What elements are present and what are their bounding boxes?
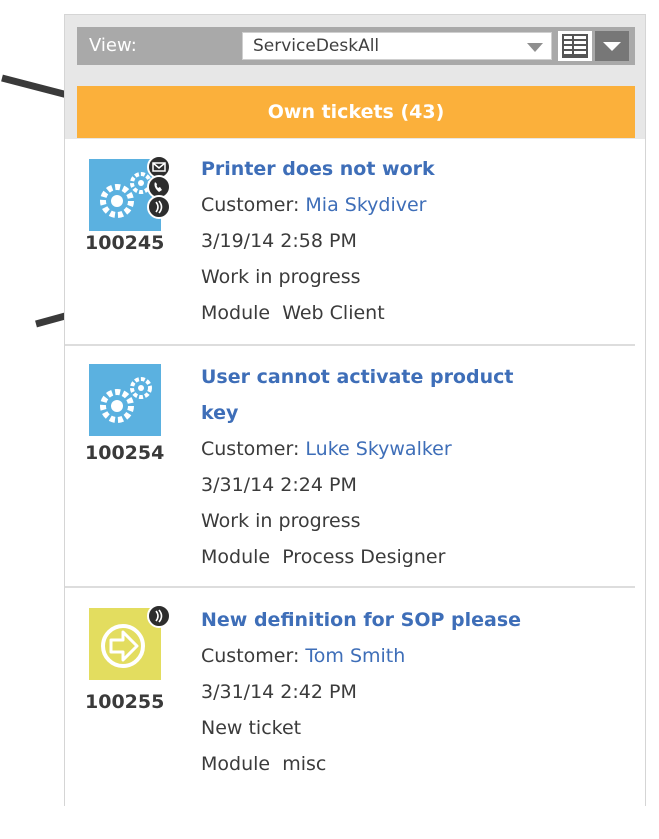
customer-link[interactable]: Tom Smith bbox=[305, 645, 405, 667]
ticket-module: Module Process Designer bbox=[201, 539, 581, 575]
ticket-details: Printer does not work Customer: Mia Skyd… bbox=[201, 151, 581, 331]
ticket-title-line2: key bbox=[201, 402, 239, 424]
customer-label: Customer: bbox=[201, 438, 300, 460]
view-toolbar: View: ServiceDeskAll bbox=[77, 27, 635, 65]
customer-link[interactable]: Luke Skywalker bbox=[305, 438, 451, 460]
list-view-button[interactable] bbox=[558, 31, 592, 61]
chevron-down-icon bbox=[527, 43, 543, 52]
ticket-customer: Customer: Tom Smith bbox=[201, 638, 581, 674]
customer-link[interactable]: Mia Skydiver bbox=[305, 194, 426, 216]
ticket-item[interactable]: 100255 New definition for SOP please Cus… bbox=[65, 588, 635, 808]
ticket-datetime: 3/31/14 2:24 PM bbox=[201, 474, 357, 496]
ticket-item[interactable]: 100254 User cannot activate product key C… bbox=[65, 346, 635, 588]
ticket-details: New definition for SOP please Customer: … bbox=[201, 602, 581, 782]
module-label: Module bbox=[201, 753, 271, 775]
module-value: misc bbox=[282, 753, 327, 775]
view-select[interactable]: ServiceDeskAll bbox=[242, 32, 552, 60]
ticket-item[interactable]: 100245 Printer does not work Customer: M… bbox=[65, 139, 635, 346]
ticket-title[interactable]: User cannot activate product key bbox=[201, 359, 581, 431]
list-view-icon bbox=[562, 34, 588, 58]
ticket-module: Module Web Client bbox=[201, 295, 581, 331]
ticket-title[interactable]: New definition for SOP please bbox=[201, 602, 581, 638]
ticket-datetime: 3/31/14 2:42 PM bbox=[201, 681, 357, 703]
ticket-title-line1: User cannot activate product bbox=[201, 366, 514, 388]
chevron-down-icon bbox=[603, 42, 621, 51]
module-label: Module bbox=[201, 302, 271, 324]
ticket-id: 100245 bbox=[85, 232, 165, 254]
module-value: Web Client bbox=[282, 302, 385, 324]
ticket-details: User cannot activate product key Customer… bbox=[201, 359, 581, 575]
ticket-customer: Customer: Luke Skywalker bbox=[201, 431, 581, 467]
ticket-customer: Customer: Mia Skydiver bbox=[201, 187, 581, 223]
module-value: Process Designer bbox=[282, 546, 446, 568]
ticket-status: New ticket bbox=[201, 717, 302, 739]
ticket-status: Work in progress bbox=[201, 510, 361, 532]
ticket-id: 100255 bbox=[85, 691, 165, 713]
ticket-status: Work in progress bbox=[201, 266, 361, 288]
view-label: View: bbox=[89, 35, 137, 56]
gears-icon bbox=[89, 364, 161, 436]
ticket-panel: View: ServiceDeskAll Own tickets (43) 10… bbox=[64, 14, 646, 839]
ticket-module: Module misc bbox=[201, 746, 581, 782]
own-tickets-header[interactable]: Own tickets (43) bbox=[77, 86, 635, 138]
ticket-title[interactable]: Printer does not work bbox=[201, 151, 581, 187]
customer-label: Customer: bbox=[201, 645, 300, 667]
view-menu-button[interactable] bbox=[595, 31, 629, 61]
ticket-id: 100254 bbox=[85, 442, 165, 464]
sound-icon bbox=[147, 195, 171, 219]
ticket-list: 100245 Printer does not work Customer: M… bbox=[65, 139, 645, 839]
customer-label: Customer: bbox=[201, 194, 300, 216]
view-select-value: ServiceDeskAll bbox=[253, 36, 380, 56]
ticket-datetime: 3/19/14 2:58 PM bbox=[201, 230, 357, 252]
sound-icon bbox=[147, 604, 171, 628]
module-label: Module bbox=[201, 546, 271, 568]
